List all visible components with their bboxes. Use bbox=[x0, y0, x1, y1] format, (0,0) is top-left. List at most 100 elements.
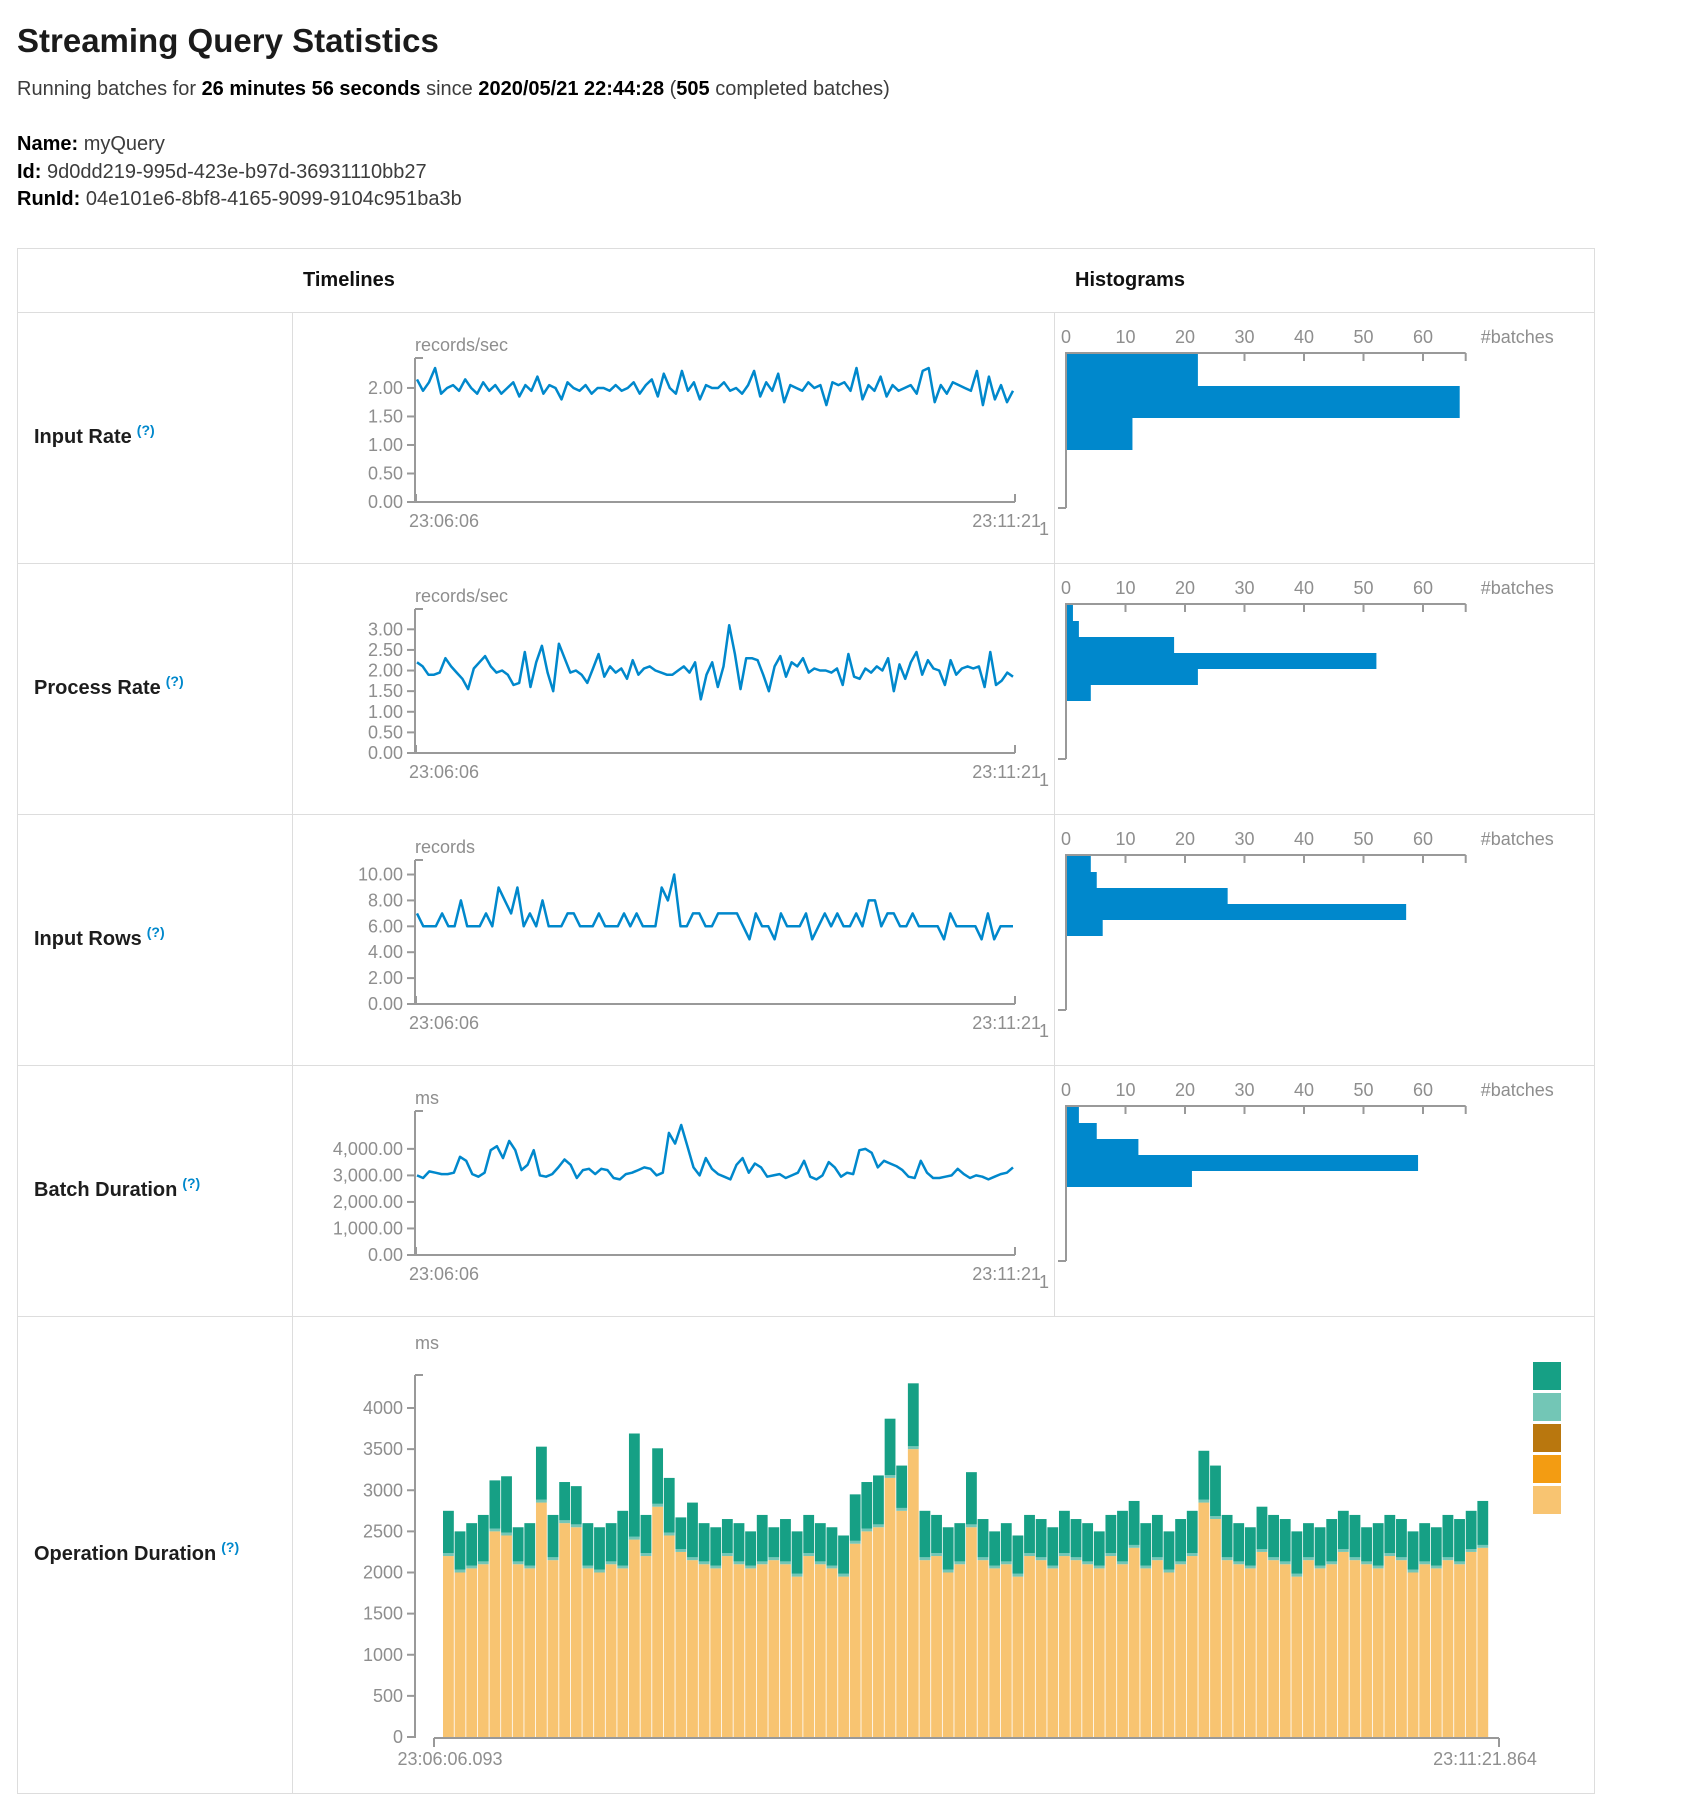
input-rows-help-icon[interactable]: (?) bbox=[147, 924, 165, 940]
svg-text:records/sec: records/sec bbox=[415, 335, 508, 355]
svg-text:60: 60 bbox=[1413, 327, 1433, 347]
process-rate-help-icon[interactable]: (?) bbox=[166, 673, 184, 689]
svg-text:0.50: 0.50 bbox=[368, 463, 403, 483]
svg-text:0.00: 0.00 bbox=[368, 492, 403, 512]
row-label-input-rate: Input Rate (?) bbox=[18, 312, 293, 563]
svg-text:60: 60 bbox=[1413, 829, 1433, 849]
start-time: 2020/05/21 22:44:28 bbox=[478, 78, 664, 100]
operation-duration-chart-cell: ms0500100015002000250030003500400023:06:… bbox=[293, 1316, 1594, 1793]
input-rows-histogram-cell: 0102030405060#batches1 bbox=[1055, 814, 1594, 1065]
svg-text:0: 0 bbox=[393, 1727, 403, 1747]
svg-text:1.50: 1.50 bbox=[368, 406, 403, 426]
legend-swatch bbox=[1533, 1486, 1561, 1514]
process-rate-timeline-chart: records/sec0.000.501.001.502.002.503.002… bbox=[293, 564, 1053, 814]
input-rows-histogram-chart: 0102030405060#batches1 bbox=[1055, 815, 1593, 1065]
query-metadata: Name: myQuery Id: 9d0dd219-995d-423e-b97… bbox=[17, 131, 1693, 214]
svg-text:4.00: 4.00 bbox=[368, 942, 403, 962]
svg-text:23:06:06: 23:06:06 bbox=[409, 511, 479, 531]
operation-duration-stacked-chart: ms0500100015002000250030003500400023:06:… bbox=[293, 1317, 1593, 1793]
svg-text:50: 50 bbox=[1353, 1080, 1373, 1100]
svg-text:23:11:21: 23:11:21 bbox=[972, 1013, 1041, 1033]
process-rate-histogram-chart: 0102030405060#batches1 bbox=[1055, 564, 1593, 814]
svg-text:50: 50 bbox=[1353, 578, 1373, 598]
query-id: 9d0dd219-995d-423e-b97d-36931110bb27 bbox=[47, 161, 427, 183]
svg-text:3000: 3000 bbox=[363, 1480, 403, 1500]
svg-text:50: 50 bbox=[1353, 829, 1373, 849]
completed-batches-count: 505 bbox=[676, 78, 709, 100]
svg-text:20: 20 bbox=[1175, 1080, 1195, 1100]
summary-text: Running batches for bbox=[17, 78, 202, 100]
svg-text:2.50: 2.50 bbox=[368, 640, 403, 660]
legend-swatch bbox=[1533, 1424, 1561, 1452]
process-rate-timeline-cell: records/sec0.000.501.001.502.002.503.002… bbox=[293, 563, 1055, 814]
process-rate-histogram-cell: 0102030405060#batches1 bbox=[1055, 563, 1594, 814]
input-rate-timeline-chart: records/sec 0.00 0.50 1.00 1.50 2.00 23:06:06 2… bbox=[293, 313, 1053, 563]
svg-text:23:06:06: 23:06:06 bbox=[409, 762, 479, 782]
header-empty-cell bbox=[18, 249, 293, 312]
input-rate-timeline-cell: records/sec 0.00 0.50 1.00 1.50 2.00 23:06:06 2… bbox=[293, 312, 1055, 563]
svg-text:0: 0 bbox=[1061, 829, 1071, 849]
statistics-table: Timelines Histograms Input Rate (?) reco… bbox=[17, 248, 1595, 1794]
svg-text:#batches: #batches bbox=[1481, 1080, 1554, 1100]
row-label-input-rows: Input Rows (?) bbox=[18, 814, 293, 1065]
svg-text:2.00: 2.00 bbox=[368, 968, 403, 988]
svg-text:30: 30 bbox=[1234, 829, 1254, 849]
svg-text:6.00: 6.00 bbox=[368, 916, 403, 936]
svg-text:50: 50 bbox=[1353, 327, 1373, 347]
svg-text:ms: ms bbox=[415, 1333, 439, 1353]
input-rate-histogram-chart: 0102030405060#batches1 bbox=[1055, 313, 1593, 563]
svg-text:0: 0 bbox=[1061, 1080, 1071, 1100]
svg-text:10: 10 bbox=[1115, 1080, 1135, 1100]
svg-text:2,000.00: 2,000.00 bbox=[333, 1192, 403, 1212]
id-label: Id: bbox=[17, 161, 41, 183]
legend-swatch bbox=[1533, 1455, 1561, 1483]
streaming-statistics-page: Streaming Query Statistics Running batch… bbox=[0, 0, 1693, 1794]
svg-text:4000: 4000 bbox=[363, 1398, 403, 1418]
svg-text:23:11:21: 23:11:21 bbox=[972, 762, 1041, 782]
svg-text:60: 60 bbox=[1413, 1080, 1433, 1100]
svg-text:records/sec: records/sec bbox=[415, 586, 508, 606]
batch-duration-timeline-chart: ms0.001,000.002,000.003,000.004,000.0023… bbox=[293, 1066, 1053, 1316]
svg-text:23:06:06: 23:06:06 bbox=[409, 1013, 479, 1033]
svg-text:#batches: #batches bbox=[1481, 327, 1554, 347]
batch-duration-histogram-cell: 0102030405060#batches1 bbox=[1055, 1065, 1594, 1316]
svg-text:3500: 3500 bbox=[363, 1439, 403, 1459]
query-runid: 04e101e6-8bf8-4165-9099-9104c951ba3b bbox=[86, 188, 462, 210]
input-rows-timeline-cell: records0.002.004.006.008.0010.0023:06:06… bbox=[293, 814, 1055, 1065]
query-name-row: Name: myQuery bbox=[17, 131, 1693, 159]
svg-text:40: 40 bbox=[1294, 327, 1314, 347]
svg-text:10: 10 bbox=[1115, 578, 1135, 598]
svg-text:60: 60 bbox=[1413, 578, 1433, 598]
svg-text:23:11:21: 23:11:21 bbox=[972, 511, 1041, 531]
svg-text:0: 0 bbox=[1061, 578, 1071, 598]
svg-text:1: 1 bbox=[1039, 519, 1049, 539]
row-label-operation-duration: Operation Duration (?) bbox=[18, 1316, 293, 1793]
svg-text:0.50: 0.50 bbox=[368, 722, 403, 742]
svg-text:40: 40 bbox=[1294, 1080, 1314, 1100]
operation-duration-help-icon[interactable]: (?) bbox=[221, 1539, 239, 1555]
runid-label: RunId: bbox=[17, 188, 80, 210]
svg-text:40: 40 bbox=[1294, 578, 1314, 598]
svg-text:1,000.00: 1,000.00 bbox=[333, 1218, 403, 1238]
row-label-process-rate: Process Rate (?) bbox=[18, 563, 293, 814]
svg-text:1.00: 1.00 bbox=[368, 435, 403, 455]
svg-text:20: 20 bbox=[1175, 829, 1195, 849]
svg-text:4,000.00: 4,000.00 bbox=[333, 1139, 403, 1159]
svg-text:23:06:06.093: 23:06:06.093 bbox=[397, 1749, 502, 1769]
svg-text:1000: 1000 bbox=[363, 1645, 403, 1665]
input-rows-timeline-chart: records0.002.004.006.008.0010.0023:06:06… bbox=[293, 815, 1053, 1065]
svg-text:2.00: 2.00 bbox=[368, 378, 403, 398]
batch-duration-timeline-cell: ms0.001,000.002,000.003,000.004,000.0023… bbox=[293, 1065, 1055, 1316]
header-timelines: Timelines bbox=[293, 249, 1055, 312]
svg-text:1: 1 bbox=[1039, 770, 1049, 790]
query-id-row: Id: 9d0dd219-995d-423e-b97d-36931110bb27 bbox=[17, 159, 1693, 187]
svg-text:8.00: 8.00 bbox=[368, 890, 403, 910]
input-rate-help-icon[interactable]: (?) bbox=[137, 422, 155, 438]
svg-text:0.00: 0.00 bbox=[368, 743, 403, 763]
svg-text:23:11:21.864: 23:11:21.864 bbox=[1433, 1749, 1537, 1769]
svg-text:30: 30 bbox=[1234, 1080, 1254, 1100]
svg-text:#batches: #batches bbox=[1481, 829, 1554, 849]
svg-text:10: 10 bbox=[1115, 829, 1135, 849]
svg-text:3.00: 3.00 bbox=[368, 619, 403, 639]
batch-duration-help-icon[interactable]: (?) bbox=[182, 1175, 200, 1191]
